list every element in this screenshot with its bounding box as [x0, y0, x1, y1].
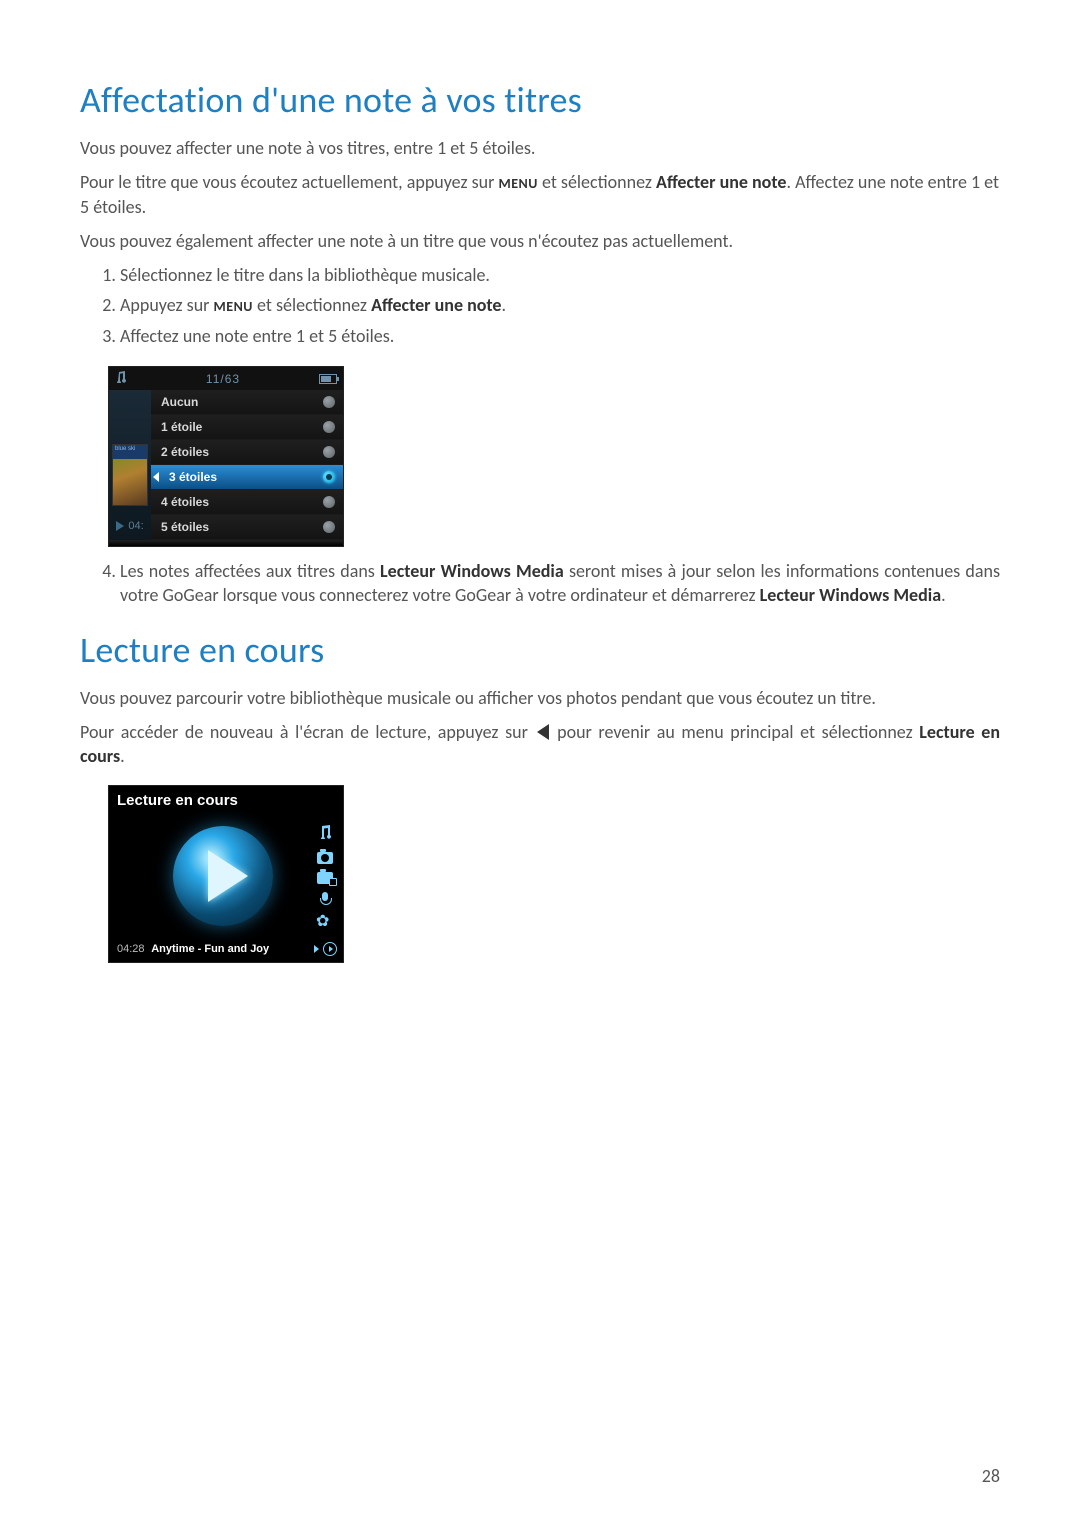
option-label: 1 étoile [161, 420, 202, 434]
rating-option-list: Aucun 1 étoile 2 étoiles 3 étoiles 4 éto… [151, 390, 343, 540]
radio-indicator [323, 396, 335, 408]
section-heading-rating: Affectation d'une note à vos titres [80, 78, 1000, 122]
track-title: Anytime - Fun and Joy [151, 943, 269, 955]
option-label: 4 étoiles [161, 495, 209, 509]
text: Pour accéder de nouveau à l'écran de lec… [80, 721, 535, 743]
device-screen-title: Lecture en cours [109, 786, 343, 815]
ordered-steps: Sélectionnez le titre dans la bibliothèq… [80, 263, 1000, 348]
elapsed-time: 04: [128, 520, 143, 532]
bold-text: Affecter une note [656, 171, 786, 193]
big-play-icon [173, 826, 273, 926]
thumbnail-caption: blue ski [115, 446, 135, 452]
section-heading-now-playing: Lecture en cours [80, 628, 1000, 672]
step-item: Sélectionnez le titre dans la bibliothèq… [120, 263, 1000, 287]
page-number: 28 [982, 1465, 1000, 1487]
step-item: Appuyez sur MENU et sélectionnez Affecte… [120, 293, 1000, 317]
paragraph: Vous pouvez affecter une note à vos titr… [80, 136, 1000, 160]
paragraph: Vous pouvez parcourir votre bibliothèque… [80, 686, 1000, 710]
device-screenshot-nowplaying: Lecture en cours 04:28 Anytime - Fun and… [108, 785, 344, 963]
text: et sélectionnez [253, 294, 371, 316]
chevron-right-icon [314, 945, 319, 953]
radio-indicator-selected [323, 471, 335, 483]
option-label: Aucun [161, 395, 198, 409]
paragraph: Pour le titre que vous écoutez actuellem… [80, 170, 1000, 219]
track-counter: 11/63 [127, 372, 319, 386]
track-time: 04:28 [117, 943, 145, 955]
text: . [120, 745, 125, 767]
camera-icon [317, 852, 333, 864]
gear-icon [318, 914, 332, 928]
device-now-playing-bar: 04:28 Anytime - Fun and Joy [109, 938, 343, 962]
radio-indicator [323, 446, 335, 458]
text: pour revenir au menu principal et sélect… [551, 721, 920, 743]
option-label: 2 étoiles [161, 445, 209, 459]
document-page: Affectation d'une note à vos titres Vous… [0, 0, 1080, 1529]
text: . [941, 584, 946, 606]
text: et sélectionnez [538, 171, 656, 193]
step-item: Affectez une note entre 1 et 5 étoiles. [120, 324, 1000, 348]
back-triangle-icon [537, 724, 549, 740]
album-thumbnail: blue ski [112, 444, 148, 506]
radio-indicator [323, 496, 335, 508]
bold-text: Lecteur Windows Media [380, 560, 564, 582]
rating-option-3stars[interactable]: 3 étoiles [151, 465, 343, 490]
paragraph: Pour accéder de nouveau à l'écran de lec… [80, 720, 1000, 769]
radio-indicator [323, 421, 335, 433]
text: Appuyez sur [120, 294, 214, 316]
battery-icon [319, 374, 337, 384]
side-icon-list [307, 815, 343, 938]
radio-indicator [323, 521, 335, 533]
music-note-icon [115, 371, 127, 386]
rating-option-1star[interactable]: 1 étoile [151, 415, 343, 440]
rating-option-5stars[interactable]: 5 étoiles [151, 515, 343, 540]
step-item: Les notes affectées aux titres dans Lect… [120, 559, 1000, 608]
device-screenshot-rating: 11/63 blue ski 04: Aucun 1 [108, 366, 344, 547]
bold-text: Affecter une note [371, 294, 501, 316]
play-ring-icon [323, 942, 337, 956]
music-icon [317, 825, 333, 844]
rating-option-4stars[interactable]: 4 étoiles [151, 490, 343, 515]
text: . [502, 294, 507, 316]
rating-option-none[interactable]: Aucun [151, 390, 343, 415]
camera-multi-icon [317, 872, 333, 884]
ordered-steps-continued: Les notes affectées aux titres dans Lect… [80, 559, 1000, 608]
option-label: 5 étoiles [161, 520, 209, 534]
text: Les notes affectées aux titres dans [120, 560, 380, 582]
microphone-icon [320, 892, 330, 906]
text: Pour le titre que vous écoutez actuellem… [80, 171, 498, 193]
paragraph: Vous pouvez également affecter une note … [80, 229, 1000, 253]
device-bottom-bar [109, 540, 343, 546]
bold-text: Lecteur Windows Media [760, 584, 941, 606]
device-left-panel: blue ski 04: [109, 390, 151, 540]
play-icon [116, 521, 124, 531]
device-statusbar: 11/63 [109, 367, 343, 390]
menu-key-label: MENU [498, 175, 537, 192]
option-label: 3 étoiles [161, 470, 217, 484]
menu-key-label: MENU [214, 298, 253, 315]
rating-option-2stars[interactable]: 2 étoiles [151, 440, 343, 465]
play-graphic [109, 815, 307, 938]
